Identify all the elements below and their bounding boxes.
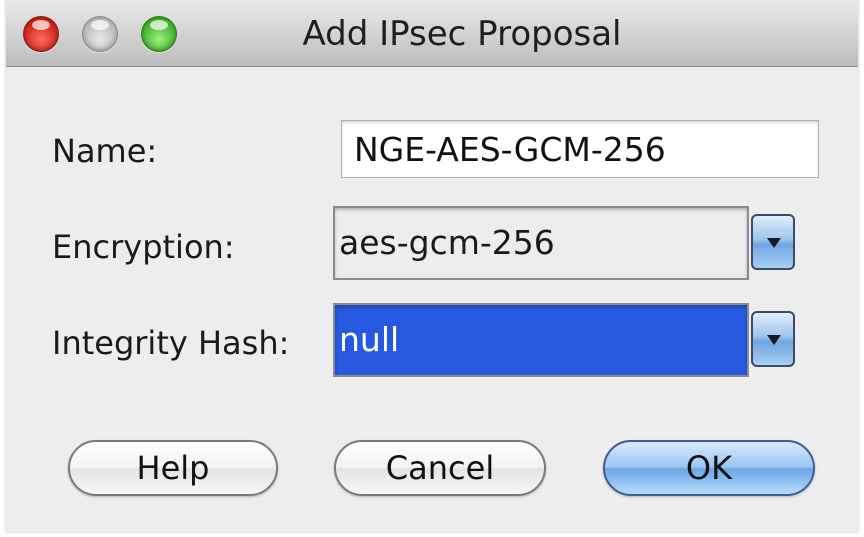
encryption-label: Encryption: (52, 228, 235, 266)
ok-button[interactable]: OK (603, 440, 815, 496)
help-button[interactable]: Help (68, 440, 278, 496)
encryption-selected-value[interactable]: aes-gcm-256 (333, 206, 749, 280)
add-ipsec-proposal-dialog: Add IPsec Proposal Name: NGE-AES-GCM-256… (6, 0, 858, 532)
integrity-hash-select[interactable]: null (333, 303, 799, 377)
integrity-hash-selected-value[interactable]: null (333, 303, 749, 377)
integrity-hash-label: Integrity Hash: (52, 324, 290, 362)
integrity-hash-dropdown-button[interactable] (751, 311, 795, 367)
title-bar[interactable]: Add IPsec Proposal (6, 0, 858, 67)
cancel-button[interactable]: Cancel (334, 440, 546, 496)
chevron-down-icon (767, 238, 781, 248)
chevron-down-icon (767, 335, 781, 345)
name-field[interactable]: NGE-AES-GCM-256 (341, 120, 819, 178)
window-title: Add IPsec Proposal (302, 14, 622, 54)
encryption-select[interactable]: aes-gcm-256 (333, 206, 799, 280)
encryption-dropdown-button[interactable] (751, 214, 795, 270)
name-label: Name: (52, 132, 158, 170)
